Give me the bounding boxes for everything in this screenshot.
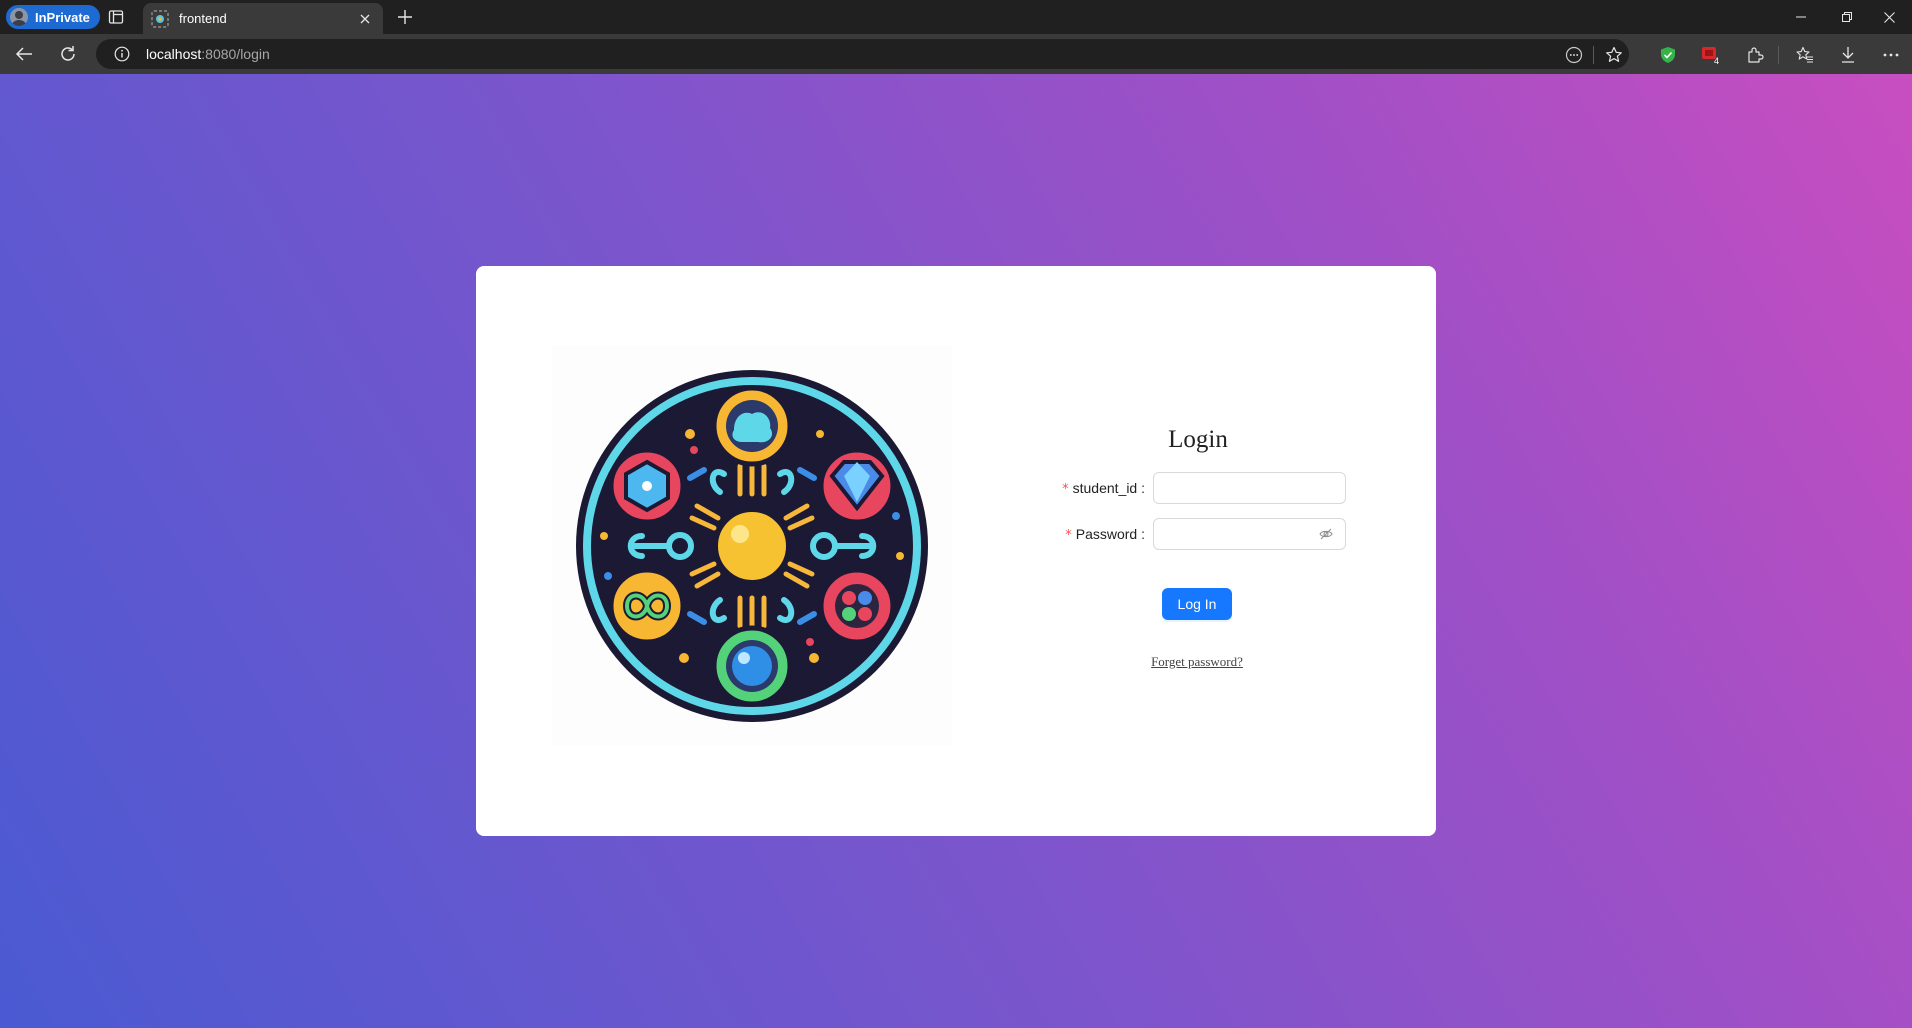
inprivate-badge[interactable]: InPrivate [6,5,100,29]
student-id-label-text: student_id : [1072,479,1145,496]
close-window-icon[interactable] [1866,0,1912,34]
minimize-icon[interactable] [1778,0,1824,34]
omnibox-separator [1593,46,1594,64]
address-bar: localhost:8080/login 4 [0,34,1912,74]
toolbar-separator [1778,46,1779,64]
required-mark: * [1062,481,1069,497]
restore-icon[interactable] [1824,0,1870,34]
password-input[interactable] [1154,519,1315,549]
login-button[interactable]: Log In [1162,588,1232,620]
shield-extension-icon[interactable] [1654,41,1682,69]
page-viewport: Login * student_id : * Password : Log In F… [0,74,1912,1028]
tab-bar: InPrivate frontend [0,0,1912,34]
student-id-input[interactable] [1153,472,1346,504]
password-label-text: Password : [1075,525,1145,542]
password-row: * Password : [1010,518,1450,550]
url-path: :8080/login [201,46,270,62]
new-tab-icon[interactable] [393,5,417,29]
reader-icon[interactable] [1560,41,1588,69]
tab-title: frontend [179,11,227,26]
close-tab-icon[interactable] [355,9,375,29]
url-host: localhost [146,46,202,62]
more-icon[interactable] [1877,41,1905,69]
url-field[interactable]: localhost:8080/login [96,39,1629,69]
forgot-password-link[interactable]: Forget password? [1122,654,1272,670]
student-id-row: * student_id : [1010,472,1450,504]
logo-image [552,346,952,746]
required-mark: * [1065,527,1072,543]
student-id-label: * student_id : [1010,480,1153,497]
back-icon[interactable] [8,40,40,68]
login-card: Login * student_id : * Password : Log In F… [476,266,1436,836]
profile-avatar-icon [10,8,28,26]
tab-actions-icon[interactable] [104,5,128,29]
site-info-icon[interactable] [114,46,130,62]
extensions-puzzle-icon[interactable] [1741,41,1769,69]
extension-badge-count: 4 [1714,56,1719,66]
password-field [1153,518,1346,550]
favicon-icon [151,9,169,28]
extension-badge-icon[interactable]: 4 [1697,41,1725,69]
login-title: Login [1168,426,1228,453]
favorite-star-icon[interactable] [1600,41,1628,69]
password-label: * Password : [1010,526,1153,543]
tab-frontend[interactable]: frontend [143,3,383,34]
download-icon[interactable] [1834,41,1862,69]
inprivate-label: InPrivate [35,9,90,25]
eye-hidden-icon[interactable] [1315,523,1337,545]
favorites-icon[interactable] [1791,41,1819,69]
refresh-icon[interactable] [52,40,84,68]
